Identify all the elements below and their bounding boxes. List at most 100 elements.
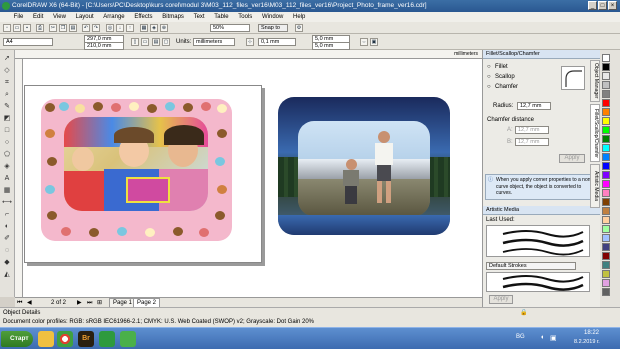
undo-icon[interactable]: ↶ (82, 24, 90, 32)
last-used-strokes-list[interactable] (486, 225, 590, 257)
color-swatch[interactable] (602, 288, 610, 296)
basic-shapes-icon[interactable]: ◈ (2, 162, 12, 171)
color-swatch[interactable] (602, 279, 610, 287)
zoom-tool-icon[interactable]: ⌕ (2, 90, 12, 99)
export-icon[interactable]: ↑ (126, 24, 134, 32)
color-swatch[interactable] (602, 270, 610, 278)
menu-edit[interactable]: Edit (29, 12, 47, 22)
app-launcher-icon[interactable]: ▦ (140, 24, 148, 32)
corel-app-icon[interactable] (120, 331, 136, 347)
options-icon[interactable]: ⚙ (295, 24, 303, 32)
paste-icon[interactable]: ▤ (69, 24, 77, 32)
menu-arrange[interactable]: Arrange (99, 12, 128, 22)
fill-tool-icon[interactable]: ◆ (2, 258, 12, 267)
cut-icon[interactable]: ✂ (49, 24, 57, 32)
units-scale-icon[interactable]: ⇔ (360, 38, 368, 46)
menu-window[interactable]: Window (258, 12, 287, 22)
color-swatch[interactable] (602, 216, 610, 224)
table-tool-icon[interactable]: ▦ (2, 186, 12, 195)
copy-icon[interactable]: ❐ (59, 24, 67, 32)
color-swatch[interactable] (602, 90, 610, 98)
menu-effects[interactable]: Effects (130, 12, 156, 22)
text-tool-icon[interactable]: A (2, 174, 12, 183)
interactive-fill-icon[interactable]: ◭ (2, 270, 12, 279)
eyedropper-tool-icon[interactable]: ✐ (2, 234, 12, 243)
rectangle-tool-icon[interactable]: □ (2, 126, 12, 135)
menu-table[interactable]: Table (210, 12, 232, 22)
menu-text[interactable]: Text (190, 12, 209, 22)
color-swatch[interactable] (602, 243, 610, 251)
color-swatch[interactable] (602, 198, 610, 206)
fillet-radio[interactable]: ○ (487, 64, 491, 70)
color-swatch[interactable] (602, 180, 610, 188)
ellipse-tool-icon[interactable]: ○ (2, 138, 12, 147)
smart-fill-icon[interactable]: ◩ (2, 114, 12, 123)
color-swatch[interactable] (602, 108, 610, 116)
color-swatch[interactable] (602, 153, 610, 161)
snap-to-dropdown[interactable]: Snap to (258, 24, 288, 32)
search-content-icon[interactable]: ◎ (106, 24, 114, 32)
party-photo-frame[interactable] (41, 99, 232, 241)
nudge-distance-field[interactable]: 0,1 mm (258, 38, 296, 46)
bridge-icon[interactable]: Br (78, 331, 94, 347)
speaker-icon[interactable]: ◖ (540, 334, 544, 341)
crop-tool-icon[interactable]: ⌗ (2, 78, 12, 87)
color-swatch[interactable] (602, 207, 610, 215)
open-icon[interactable]: ▭ (13, 24, 21, 32)
save-icon[interactable]: ▪ (23, 24, 31, 32)
apply-fillet-button[interactable]: Apply (559, 154, 585, 163)
color-swatch[interactable] (602, 126, 610, 134)
pick-tool-icon[interactable]: ➚ (2, 54, 12, 63)
print-icon[interactable]: ⎙ (36, 24, 44, 32)
color-swatch[interactable] (602, 225, 610, 233)
page-size-select[interactable]: A4 (3, 38, 53, 46)
radius-field[interactable]: 12,7 mm (517, 102, 551, 110)
all-pages-icon[interactable]: ▤ (152, 38, 160, 46)
tab-artistic-media[interactable]: Artistic Media (590, 164, 600, 208)
color-swatch[interactable] (602, 162, 610, 170)
connector-tool-icon[interactable]: ⌐ (2, 210, 12, 219)
duplicate-y-field[interactable]: 5,0 mm (312, 42, 350, 50)
polygon-tool-icon[interactable]: ⬠ (2, 150, 12, 159)
menu-layout[interactable]: Layout (72, 12, 98, 22)
file-explorer-icon[interactable] (38, 331, 54, 347)
stroke-category-select[interactable]: Default Strokes (486, 262, 576, 270)
page-height-field[interactable]: 210,0 mm (84, 42, 124, 50)
blend-tool-icon[interactable]: ◐ (2, 222, 12, 231)
network-icon[interactable]: ▣ (550, 334, 557, 342)
units-select[interactable]: millimeters (193, 38, 235, 46)
shape-tool-icon[interactable]: ◇ (2, 66, 12, 75)
maximize-button[interactable]: □ (598, 1, 607, 10)
color-swatch[interactable] (602, 81, 610, 89)
default-strokes-list[interactable] (486, 272, 590, 292)
start-button[interactable]: Старт (1, 331, 33, 347)
corel-taskbar-icon[interactable] (99, 331, 115, 347)
welcome-icon[interactable]: ◈ (150, 24, 158, 32)
color-swatch[interactable] (602, 189, 610, 197)
menu-tools[interactable]: Tools (234, 12, 256, 22)
menu-view[interactable]: View (49, 12, 70, 22)
zoom-level-select[interactable]: 50% (210, 24, 250, 32)
color-swatch[interactable] (602, 252, 610, 260)
dimension-tool-icon[interactable]: ⟷ (2, 198, 12, 207)
color-swatch[interactable] (602, 72, 610, 80)
b-distance-field[interactable]: 12,7 mm (515, 138, 549, 146)
color-swatch[interactable] (602, 63, 610, 71)
color-swatch[interactable] (602, 144, 610, 152)
chamfer-radio[interactable]: ○ (487, 84, 491, 90)
a-distance-field[interactable]: 12,7 mm (515, 126, 549, 134)
import-icon[interactable]: ↓ (116, 24, 124, 32)
language-indicator[interactable]: BG (516, 334, 525, 340)
new-icon[interactable]: ▫ (3, 24, 11, 32)
color-swatch[interactable] (602, 171, 610, 179)
corel-connect-icon[interactable]: ⊕ (160, 24, 168, 32)
close-button[interactable]: × (608, 1, 617, 10)
portrait-icon[interactable]: ▯ (131, 38, 139, 46)
treat-as-filled-icon[interactable]: ▣ (370, 38, 378, 46)
scallop-radio[interactable]: ○ (487, 74, 491, 80)
color-swatch[interactable] (602, 261, 610, 269)
menu-file[interactable]: File (10, 12, 28, 22)
color-swatch[interactable] (602, 99, 610, 107)
landscape-icon[interactable]: ▭ (141, 38, 149, 46)
color-swatch[interactable] (602, 234, 610, 242)
